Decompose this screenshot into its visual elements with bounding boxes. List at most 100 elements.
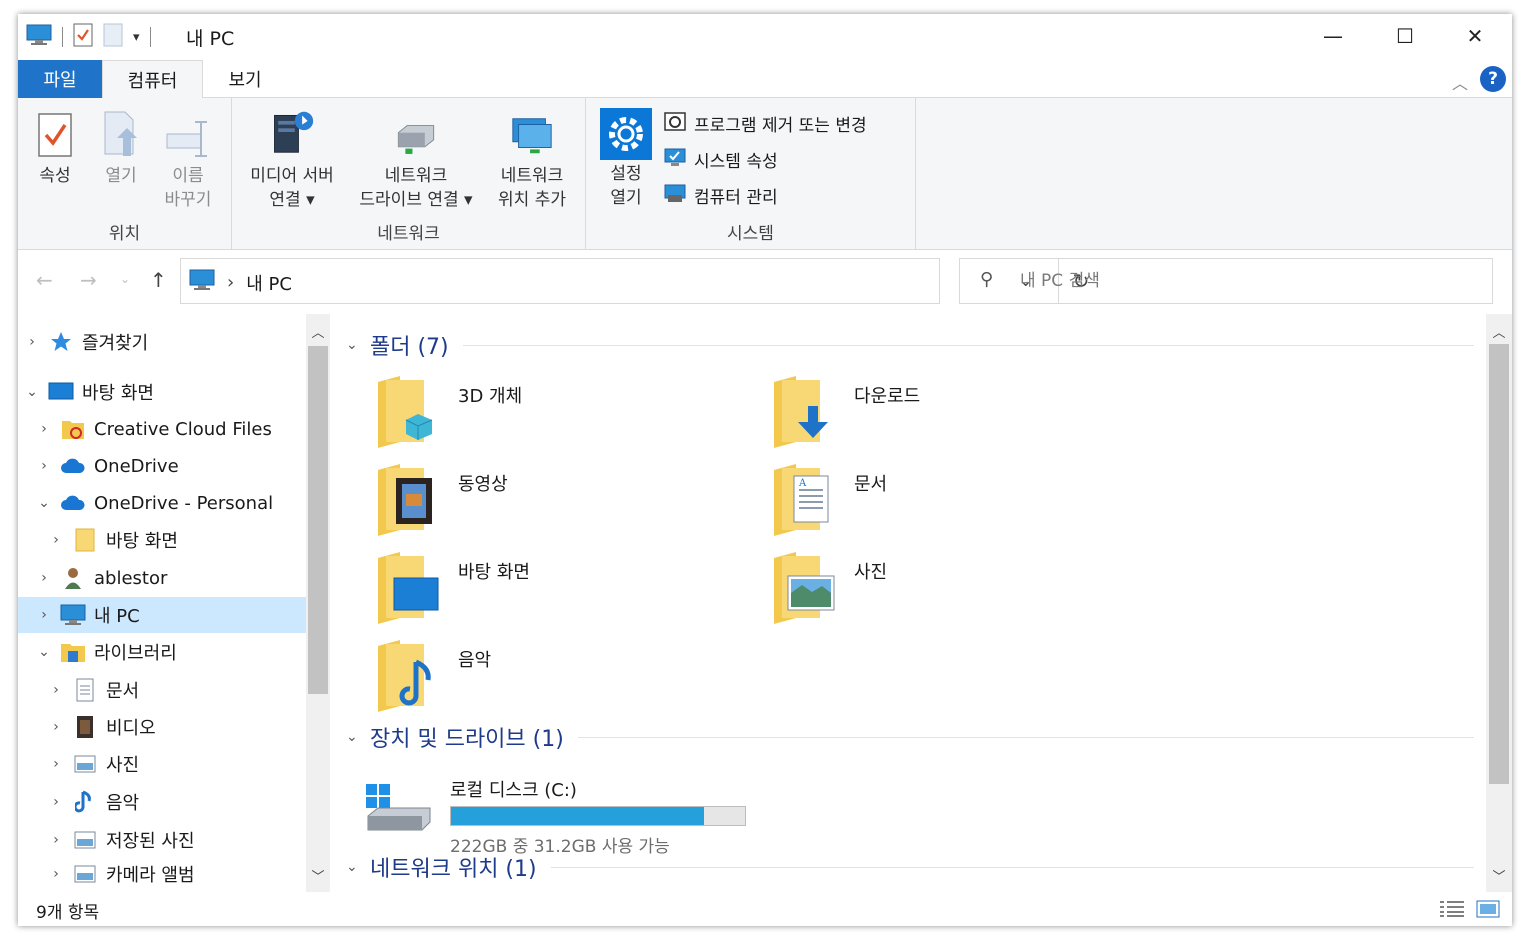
window-title: 내 PC <box>186 28 235 50</box>
chevron-right-icon[interactable]: › <box>48 794 64 810</box>
chevron-down-icon[interactable]: ⌄ <box>36 495 52 511</box>
chevron-right-icon[interactable]: › <box>36 570 52 586</box>
navigation-scrollbar[interactable]: ︿ ﹀ <box>306 314 330 892</box>
help-icon[interactable]: ? <box>1480 66 1506 92</box>
computer-icon <box>189 269 215 296</box>
chevron-down-icon[interactable]: ⌄ <box>346 729 360 745</box>
picture-icon <box>72 752 98 776</box>
tab-view[interactable]: 보기 <box>204 60 286 98</box>
address-row: ← → ⌄ ↑ › 내 PC ⌄ ↻ ⚲ <box>18 250 1512 314</box>
chevron-right-icon[interactable]: › <box>24 334 40 350</box>
properties-button[interactable]: 속성 <box>30 106 80 188</box>
scroll-down-icon[interactable]: ﹀ <box>1487 866 1511 885</box>
open-settings-button[interactable]: 설정 열기 <box>598 108 654 210</box>
tree-item-creative-cloud[interactable]: › Creative Cloud Files <box>18 411 306 447</box>
computer-management-button[interactable]: 컴퓨터 관리 <box>664 180 778 210</box>
chevron-down-icon[interactable]: ⌄ <box>24 384 40 400</box>
tree-item-onedrive-desktop[interactable]: › 바탕 화면 <box>18 522 306 558</box>
3d-objects-folder-icon <box>376 376 442 448</box>
chevron-down-icon[interactable]: ⌄ <box>346 337 360 353</box>
large-icons-view-icon[interactable] <box>1474 898 1502 920</box>
add-network-location-button[interactable]: 네트워크 위치 추가 <box>486 106 578 212</box>
tree-item-favorites[interactable]: › 즐겨찾기 <box>18 324 306 360</box>
tree-item-lib-videos[interactable]: › 비디오 <box>18 709 306 745</box>
scroll-down-icon[interactable]: ﹀ <box>306 866 330 885</box>
chevron-right-icon[interactable]: › <box>48 756 64 772</box>
gear-icon <box>600 108 652 160</box>
tree-item-ablestor[interactable]: › ablestor <box>18 560 306 596</box>
minimize-button[interactable]: — <box>1298 14 1368 58</box>
scroll-up-icon[interactable]: ︿ <box>306 322 330 341</box>
folder-icon <box>72 528 98 552</box>
chevron-right-icon[interactable]: › <box>48 866 64 882</box>
breadcrumb: › 내 PC <box>189 269 292 296</box>
chevron-down-icon[interactable]: ⌄ <box>346 859 360 875</box>
rename-button[interactable]: 이름 바꾸기 <box>156 106 220 212</box>
breadcrumb-item[interactable]: 내 PC <box>246 270 292 296</box>
up-arrow-icon[interactable]: ↑ <box>150 268 167 292</box>
explorer-window: ▾ 내 PC — ☐ ✕ 파일 컴퓨터 보기 ︿ ? 속성 열기 이름 바꾸기 … <box>18 14 1512 926</box>
search-box[interactable]: ⚲ <box>959 258 1493 304</box>
forward-arrow-icon[interactable]: → <box>80 268 97 292</box>
ribbon-group-system: 설정 열기 프로그램 제거 또는 변경 시스템 속성 컴퓨터 관리 시스템 <box>586 98 916 250</box>
uninstall-program-button[interactable]: 프로그램 제거 또는 변경 <box>664 108 867 138</box>
properties-quick-icon[interactable] <box>73 23 93 52</box>
section-header-folders[interactable]: ⌄ 폴더 (7) <box>346 330 1474 360</box>
media-server-button[interactable]: 미디어 서버 연결 ▾ <box>240 106 344 212</box>
tab-file[interactable]: 파일 <box>18 60 102 98</box>
chevron-right-icon[interactable]: › <box>48 682 64 698</box>
address-bar[interactable]: › 내 PC ⌄ ↻ <box>180 258 1089 304</box>
folder-pictures[interactable]: 사진 <box>772 552 1132 628</box>
tree-item-lib-pictures[interactable]: › 사진 <box>18 746 306 782</box>
tree-item-camera-roll[interactable]: › 카메라 앨범 <box>18 859 306 889</box>
tree-item-desktop[interactable]: ⌄ 바탕 화면 <box>18 374 306 410</box>
tree-item-lib-music[interactable]: › 음악 <box>18 784 306 820</box>
section-header-drives[interactable]: ⌄ 장치 및 드라이브 (1) <box>346 722 1474 752</box>
scrollbar-thumb[interactable] <box>308 346 328 694</box>
folder-music[interactable]: 음악 <box>376 640 736 716</box>
tree-item-onedrive-personal[interactable]: ⌄ OneDrive - Personal <box>18 485 306 521</box>
recent-locations-icon[interactable]: ⌄ <box>120 272 130 286</box>
chevron-right-icon[interactable]: › <box>48 532 64 548</box>
tree-item-this-pc[interactable]: › 내 PC <box>18 597 306 633</box>
folder-3d-objects[interactable]: 3D 개체 <box>376 376 736 452</box>
details-view-icon[interactable] <box>1438 898 1466 920</box>
content-scrollbar[interactable]: ︿ ﹀ <box>1486 314 1512 892</box>
maximize-button[interactable]: ☐ <box>1370 14 1440 58</box>
chevron-right-icon[interactable]: › <box>36 607 52 623</box>
scrollbar-thumb[interactable] <box>1489 344 1509 784</box>
navigation-pane: › 즐겨찾기 ⌄ 바탕 화면 › Creative Cloud Files › … <box>18 314 330 892</box>
chevron-down-icon[interactable]: ⌄ <box>36 644 52 660</box>
chevron-right-icon[interactable]: › <box>48 719 64 735</box>
folder-documents[interactable]: A 문서 <box>772 464 1132 540</box>
documents-folder-icon: A <box>772 464 838 536</box>
breadcrumb-separator[interactable]: › <box>227 272 234 293</box>
tree-item-onedrive[interactable]: › OneDrive <box>18 448 306 484</box>
title-bar: ▾ 내 PC — ☐ ✕ <box>18 14 1512 60</box>
section-header-network[interactable]: ⌄ 네트워크 위치 (1) <box>346 852 1474 882</box>
back-arrow-icon[interactable]: ← <box>36 268 53 292</box>
new-folder-quick-icon[interactable] <box>103 23 123 52</box>
collapse-ribbon-icon[interactable]: ︿ <box>1452 70 1468 94</box>
folder-videos[interactable]: 동영상 <box>376 464 736 540</box>
cloud-icon <box>60 454 86 478</box>
chevron-right-icon[interactable]: › <box>36 421 52 437</box>
tree-item-saved-pictures[interactable]: › 저장된 사진 <box>18 822 306 858</box>
tree-item-libraries[interactable]: ⌄ 라이브러리 <box>18 634 306 670</box>
search-input[interactable] <box>1020 267 1470 295</box>
tree-item-lib-documents[interactable]: › 문서 <box>18 672 306 708</box>
tab-computer[interactable]: 컴퓨터 <box>102 60 203 99</box>
chevron-down-icon[interactable]: ▾ <box>133 30 140 45</box>
open-button[interactable]: 열기 <box>96 106 146 188</box>
close-button[interactable]: ✕ <box>1440 14 1510 58</box>
folder-desktop[interactable]: 바탕 화면 <box>376 552 736 628</box>
videos-folder-icon <box>376 464 442 536</box>
drive-local-disk-c[interactable]: 로컬 디스크 (C:) 222GB 중 31.2GB 사용 가능 <box>364 762 784 857</box>
scroll-up-icon[interactable]: ︿ <box>1487 322 1511 341</box>
map-network-drive-button[interactable]: 네트워크 드라이브 연결 ▾ <box>348 106 484 212</box>
chevron-right-icon[interactable]: › <box>36 458 52 474</box>
folder-downloads[interactable]: 다운로드 <box>772 376 1132 452</box>
music-folder-icon <box>376 640 442 712</box>
system-properties-button[interactable]: 시스템 속성 <box>664 144 778 174</box>
chevron-right-icon[interactable]: › <box>48 832 64 848</box>
